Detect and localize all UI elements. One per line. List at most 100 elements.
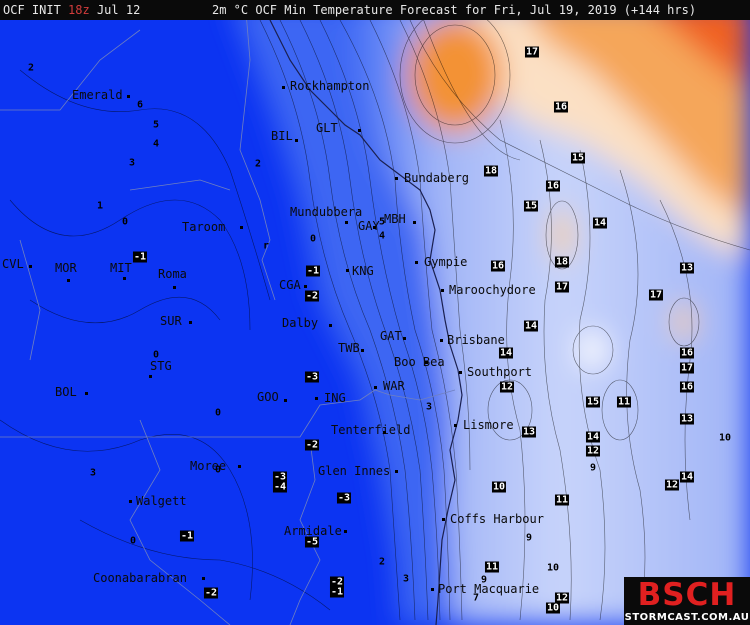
temp-value-label: 3: [89, 467, 97, 479]
temp-value-label: 6: [136, 99, 144, 111]
place-label-gympie: Gympie: [424, 255, 468, 269]
place-label-glen-innes: Glen Innes: [318, 464, 391, 478]
place-marker-kng: [346, 269, 349, 272]
temp-value-label: 2: [254, 158, 262, 170]
temp-value-label: 12: [585, 445, 601, 457]
temp-value-label: 0: [309, 233, 317, 245]
forecast-map: OCF INIT 18z Jul 12 2m °C OCF Min Temper…: [0, 0, 750, 625]
place-label-stg: STG: [150, 359, 172, 373]
temp-value-label: 10: [546, 562, 560, 574]
place-label-gat: GAT: [380, 329, 402, 343]
warm-cell-1: [552, 209, 572, 261]
temp-value-label: -3: [304, 371, 320, 383]
place-label-rockhampton: Rockhampton: [290, 79, 370, 93]
temp-value-label: 9: [480, 574, 488, 586]
temp-value-label: 17: [524, 46, 540, 58]
temp-value-label: 15: [570, 152, 586, 164]
place-marker-mbh: [413, 221, 416, 224]
temp-value-label: 16: [679, 347, 695, 359]
temp-value-label: 14: [585, 431, 601, 443]
place-marker-southport: [459, 371, 462, 374]
place-marker-cvl: [29, 265, 32, 268]
temp-value-label: 0: [214, 407, 222, 419]
temp-value-label: 5: [378, 216, 386, 228]
temp-value-label: 7: [472, 592, 480, 604]
temp-value-label: 11: [554, 494, 570, 506]
place-marker-sur: [189, 321, 192, 324]
temp-value-label: -4: [272, 481, 288, 493]
place-marker-maroochydore: [441, 289, 444, 292]
place-marker-gat: [403, 337, 406, 340]
place-label-dalby: Dalby: [282, 316, 319, 330]
temp-value-label: 9: [525, 532, 533, 544]
warm-cell-3: [579, 332, 607, 368]
header-bar: OCF INIT 18z Jul 12 2m °C OCF Min Temper…: [0, 0, 750, 20]
place-label-southport: Southport: [467, 365, 533, 379]
place-marker-goo: [284, 399, 287, 402]
temp-value-label: -2: [304, 439, 320, 451]
temp-value-label: 5: [152, 119, 160, 131]
temp-value-label: 15: [523, 200, 539, 212]
temp-value-label: 13: [679, 413, 695, 425]
place-label-roma: Roma: [158, 267, 187, 281]
temp-value-label: 11: [616, 396, 632, 408]
place-label-brisbane: Brisbane: [447, 333, 505, 347]
place-label-gay: GAY: [358, 219, 380, 233]
map-title: 2m °C OCF Min Temperature Forecast for F…: [212, 3, 697, 17]
place-marker-gld: [358, 129, 361, 132]
temp-value-label: 18: [554, 256, 570, 268]
temp-value-label: 10: [545, 602, 561, 614]
place-label-sur: SUR: [160, 314, 182, 328]
warm-cell-north: [407, 17, 503, 133]
temp-value-label: 2: [27, 62, 35, 74]
temp-value-label: r: [262, 240, 270, 252]
place-marker-glen-innes: [395, 470, 398, 473]
place-label-ing: ING: [324, 391, 346, 405]
place-label-mundubbera: Mundubbera: [290, 205, 363, 219]
place-marker-stg: [149, 375, 152, 378]
temp-value-label: 16: [490, 260, 506, 272]
place-label-boobea: Boo Bea: [394, 355, 445, 369]
bsch-logo: BSCH STORMCAST.COM.AU: [624, 577, 750, 625]
place-label-twb: TWB: [338, 341, 360, 355]
place-label-tenterfield: Tenterfield: [331, 423, 411, 437]
temp-value-label: 10: [491, 481, 507, 493]
temp-value-label: 18: [483, 165, 499, 177]
place-marker-bil: [295, 139, 298, 142]
place-marker-rockhampton: [282, 86, 285, 89]
temp-value-label: 0: [121, 216, 129, 228]
temp-value-label: 16: [679, 381, 695, 393]
place-label-gld: GLT: [316, 121, 338, 135]
place-label-mor: MOR: [55, 261, 77, 275]
header-init: OCF INIT 18z Jul 12: [3, 0, 140, 20]
temp-value-label: -5: [304, 536, 320, 548]
place-label-kng: KNG: [352, 264, 374, 278]
place-label-port-macquarie: Port Macquarie: [438, 582, 540, 596]
temp-value-label: 0: [129, 535, 137, 547]
temp-value-label: 9: [589, 462, 597, 474]
place-marker-ing: [315, 397, 318, 400]
place-label-goo: GOO: [257, 390, 279, 404]
temp-value-label: -3: [336, 492, 352, 504]
init-label: OCF INIT: [3, 3, 61, 17]
temp-value-label: -1: [329, 586, 345, 598]
place-label-emerald: Emerald: [72, 88, 123, 102]
place-marker-war: [374, 386, 377, 389]
place-marker-bol: [85, 392, 88, 395]
place-marker-dalby: [329, 324, 332, 327]
temp-value-label: 12: [499, 381, 515, 393]
place-label-mbh: MBH: [384, 212, 406, 226]
place-label-cga: CGA: [279, 278, 301, 292]
place-label-bundaberg: Bundaberg: [404, 171, 470, 185]
temp-value-label: 4: [152, 138, 160, 150]
place-label-lismore: Lismore: [463, 418, 514, 432]
temp-value-label: -1: [132, 251, 148, 263]
init-date: Jul 12: [96, 3, 141, 17]
place-marker-port-macquarie: [431, 588, 434, 591]
temp-value-label: 11: [484, 561, 500, 573]
temp-value-label: -1: [179, 530, 195, 542]
place-marker-taroom: [240, 226, 243, 229]
place-marker-coonabarabran: [202, 577, 205, 580]
temp-value-label: 3: [425, 401, 433, 413]
place-marker-cga: [304, 285, 307, 288]
